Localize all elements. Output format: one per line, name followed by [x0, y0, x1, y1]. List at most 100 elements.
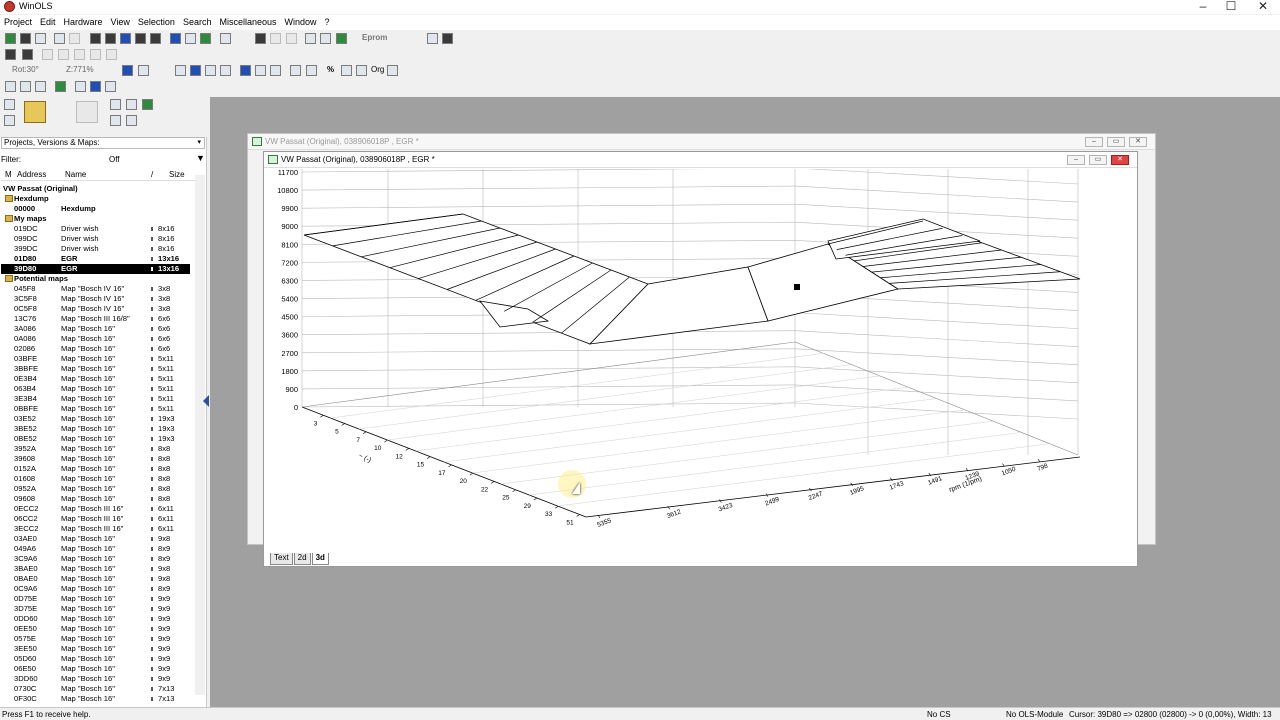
car-icon[interactable]	[255, 33, 266, 44]
menu-search[interactable]: Search	[179, 15, 216, 30]
16bit-icon[interactable]	[190, 65, 201, 76]
tree-row-potential-map[interactable]: 3C9A6 Map "Bosch 16" 8x9	[1, 554, 190, 564]
decrease-icon[interactable]	[58, 49, 69, 60]
col-m[interactable]: M	[5, 170, 12, 179]
float-icon[interactable]	[220, 65, 231, 76]
filter-dropdown-icon[interactable]: ▼	[196, 153, 205, 163]
tree-row-potential-map[interactable]: 0BBFE Map "Bosch 16" 5x11	[1, 404, 190, 414]
original-button[interactable]: Org	[371, 65, 384, 74]
tree-row-my-map[interactable]: 099DC Driver wish 8x16	[1, 234, 190, 244]
menu-hardware[interactable]: Hardware	[60, 15, 107, 30]
32bit-icon[interactable]	[205, 65, 216, 76]
key-icon[interactable]	[5, 49, 16, 60]
menu-miscellaneous[interactable]: Miscellaneous	[215, 15, 280, 30]
eprom-label[interactable]: Eprom	[362, 33, 387, 42]
tree-project[interactable]: VW Passat (Original)	[1, 184, 190, 194]
tree-row-potential-map[interactable]: 3952A Map "Bosch 16" 8x8	[1, 444, 190, 454]
dec-view-icon[interactable]	[138, 65, 149, 76]
tree-row-potential-map[interactable]: 0575E Map "Bosch 16" 9x9	[1, 634, 190, 644]
car-faded-icon[interactable]	[270, 33, 281, 44]
minimize-icon[interactable]: –	[1188, 0, 1218, 13]
percent-add-icon[interactable]	[90, 49, 101, 60]
tree-row-potential-map[interactable]: 39608 Map "Bosch 16" 8x8	[1, 454, 190, 464]
maximize-icon[interactable]: ☐	[1216, 0, 1246, 13]
tree-row-potential-map[interactable]: 063B4 Map "Bosch 16" 5x11	[1, 384, 190, 394]
tree-scrollbar[interactable]	[195, 175, 205, 695]
tree-row-potential-map[interactable]: 3E3B4 Map "Bosch 16" 5x11	[1, 394, 190, 404]
signed-icon[interactable]	[270, 65, 281, 76]
save-icon[interactable]	[4, 115, 15, 126]
plusminus-icon[interactable]	[306, 65, 317, 76]
tree-row-potential-map[interactable]: 0C9A6 Map "Bosch 16" 8x9	[1, 584, 190, 594]
zoom-label[interactable]: Z:771%	[66, 65, 94, 74]
restore-icon[interactable]: ▭	[1089, 155, 1107, 165]
tree-row-potential-map[interactable]: 0A086 Map "Bosch 16" 6x6	[1, 334, 190, 344]
tree-row-potential-map[interactable]: 3EE50 Map "Bosch 16" 9x9	[1, 644, 190, 654]
tree-row-potential-map[interactable]: 3C5F8 Map "Bosch IV 16" 3x8	[1, 294, 190, 304]
increase-icon[interactable]	[42, 49, 53, 60]
options-icon[interactable]	[126, 99, 137, 110]
text-view-icon[interactable]	[305, 33, 316, 44]
tree-row-potential-map[interactable]: 0BAE0 Map "Bosch 16" 9x8	[1, 574, 190, 584]
2d-view-icon[interactable]	[320, 33, 331, 44]
menu-edit[interactable]: Edit	[36, 15, 60, 30]
filter-value[interactable]: Off	[109, 155, 120, 164]
context-help-icon[interactable]	[442, 33, 453, 44]
tree-row-potential-map[interactable]: 06CC2 Map "Bosch III 16" 6x11	[1, 514, 190, 524]
multiply-icon[interactable]	[356, 65, 367, 76]
close-icon[interactable]: ✕	[1248, 0, 1278, 13]
tree-group-my-maps[interactable]: My maps	[1, 214, 190, 224]
collapse-panel-icon[interactable]	[203, 395, 209, 407]
col-name[interactable]: Name	[65, 170, 86, 179]
project-faded-icon[interactable]	[76, 101, 98, 123]
menu-help[interactable]: ?	[321, 15, 334, 30]
tree-row-potential-map[interactable]: 045F8 Map "Bosch IV 16" 3x8	[1, 284, 190, 294]
projects-dropdown[interactable]: Projects, Versions & Maps: ▾	[1, 137, 205, 149]
properties-icon[interactable]	[126, 115, 137, 126]
hexadecimal-icon[interactable]	[290, 65, 301, 76]
back-restore-icon[interactable]: ▭	[1107, 137, 1125, 147]
tree-row-potential-map[interactable]: 02086 Map "Bosch 16" 6x6	[1, 344, 190, 354]
tree-row-potential-map[interactable]: 0C5F8 Map "Bosch IV 16" 3x8	[1, 304, 190, 314]
3d-map-plot[interactable]: 1170010800990090008100720063005400450036…	[268, 169, 1126, 552]
new-file-icon[interactable]	[4, 99, 15, 110]
first-icon[interactable]	[90, 33, 101, 44]
tree-row-potential-map[interactable]: 0EE50 Map "Bosch 16" 9x9	[1, 624, 190, 634]
3d-view-icon[interactable]	[336, 33, 347, 44]
close-icon[interactable]: ✕	[1111, 155, 1129, 165]
tools-icon[interactable]	[220, 33, 231, 44]
tree-row-potential-map[interactable]: 13C76 Map "Bosch III 16/8" 6x6	[1, 314, 190, 324]
col-size[interactable]: Size	[169, 170, 185, 179]
tree-row-potential-map[interactable]: 0E3B4 Map "Bosch 16" 5x11	[1, 374, 190, 384]
rotation-label[interactable]: Rot:30°	[12, 65, 39, 74]
checksum-icon[interactable]	[200, 33, 211, 44]
tree-row-potential-map[interactable]: 3DD60 Map "Bosch 16" 9x9	[1, 674, 190, 684]
find-icon[interactable]	[185, 33, 196, 44]
next-icon[interactable]	[135, 33, 146, 44]
tab-text[interactable]: Text	[270, 553, 293, 565]
minimize-icon[interactable]: –	[1067, 155, 1085, 165]
print-icon[interactable]	[35, 33, 46, 44]
set-value-icon[interactable]	[74, 49, 85, 60]
tree-group-potential[interactable]: Potential maps	[1, 274, 190, 284]
tree-row-potential-map[interactable]: 3BBFE Map "Bosch 16" 5x11	[1, 364, 190, 374]
link-icon[interactable]	[105, 81, 116, 92]
tree-row-hexdump[interactable]: 00000 Hexdump	[1, 204, 190, 214]
online-icon[interactable]	[142, 99, 153, 110]
tree-row-potential-map[interactable]: 3BE52 Map "Bosch 16" 19x3	[1, 424, 190, 434]
tree-row-potential-map[interactable]: 0730C Map "Bosch 16" 7x13	[1, 684, 190, 694]
tree-row-potential-map[interactable]: 03E52 Map "Bosch 16" 19x3	[1, 414, 190, 424]
select-icon[interactable]	[5, 81, 16, 92]
col-address[interactable]: Address	[17, 170, 46, 179]
open-folder-icon[interactable]	[24, 101, 46, 123]
read-eprom-icon[interactable]	[20, 33, 31, 44]
tree-row-my-map[interactable]: 39D80 EGR 13x16	[1, 264, 190, 274]
map-icon[interactable]	[55, 81, 66, 92]
map-window-3d[interactable]: VW Passat (Original), 038906018P , EGR *…	[263, 151, 1138, 567]
lohi-icon[interactable]	[255, 65, 266, 76]
select-faded-icon[interactable]	[35, 81, 46, 92]
export-icon[interactable]	[110, 115, 121, 126]
menu-selection[interactable]: Selection	[134, 15, 179, 30]
tree-row-potential-map[interactable]: 0F30C Map "Bosch 16" 7x13	[1, 694, 190, 704]
hex-view-icon[interactable]	[122, 65, 133, 76]
